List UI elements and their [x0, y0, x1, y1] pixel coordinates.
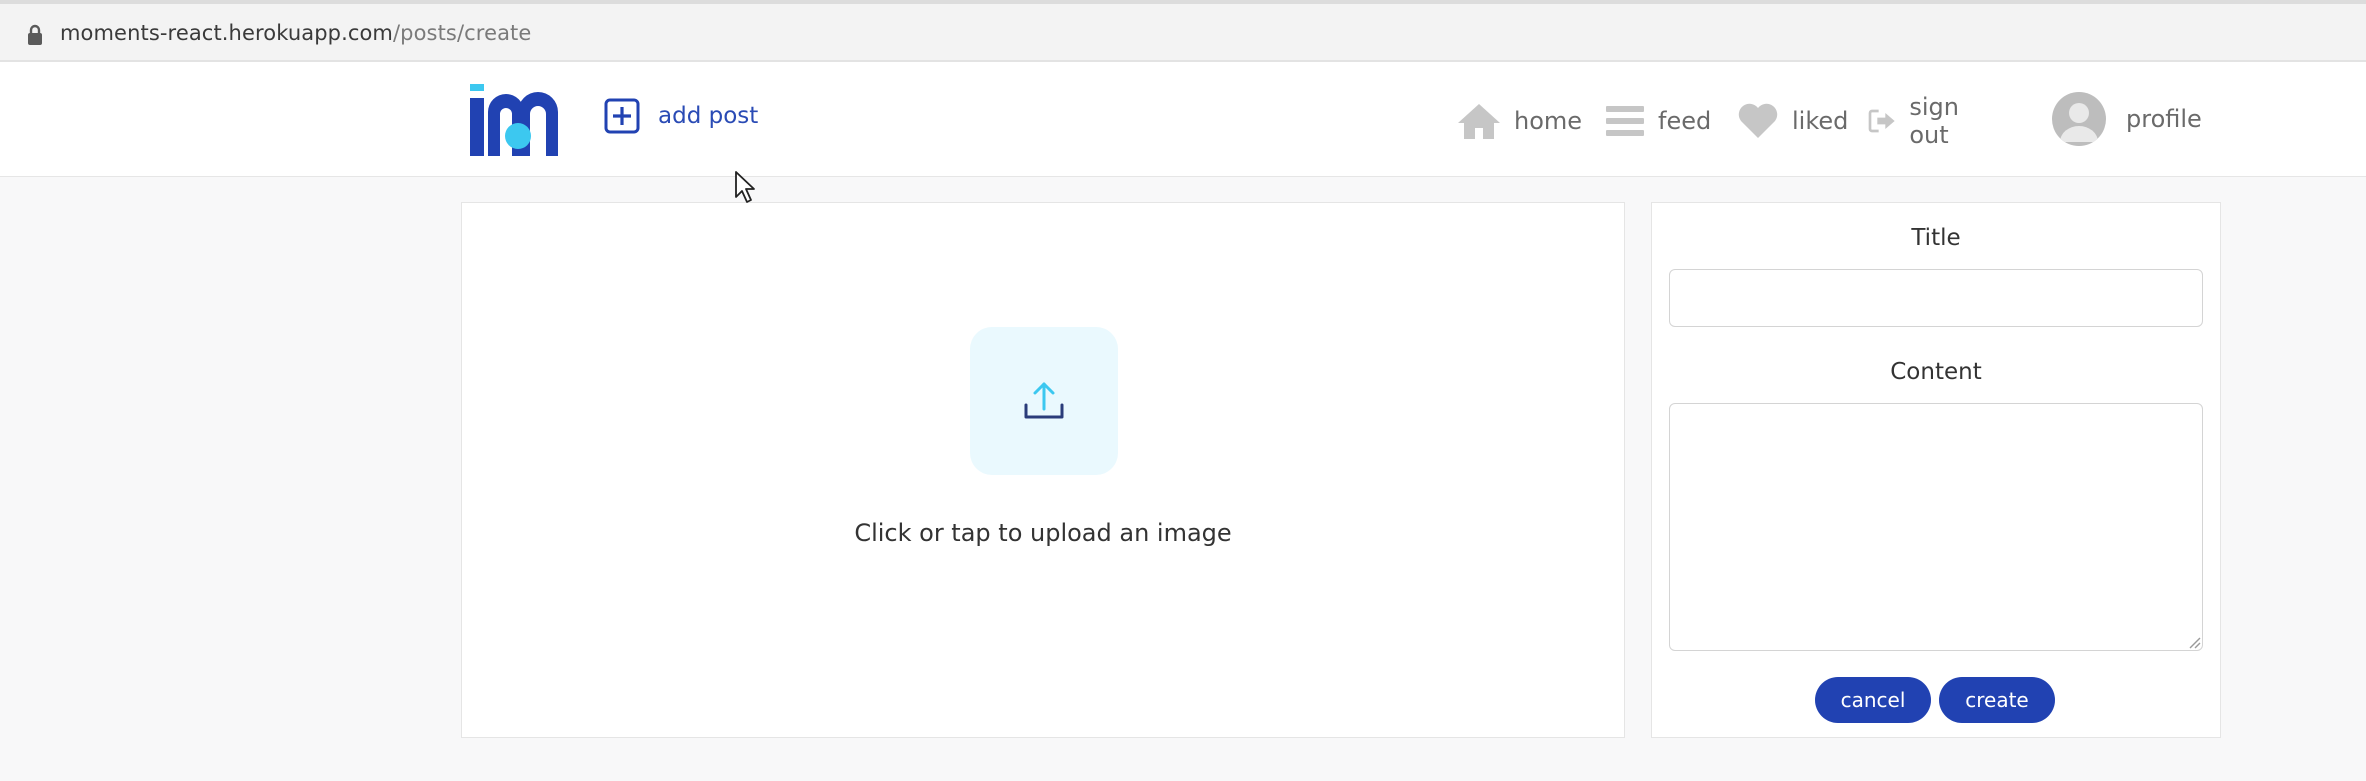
nav-sign-out-label: sign out — [1909, 93, 1959, 149]
title-input[interactable] — [1669, 269, 2203, 327]
content-label: Content — [1890, 359, 1982, 385]
image-upload-area[interactable]: Click or tap to upload an image — [461, 202, 1625, 738]
url-host: moments-react.herokuapp.com — [60, 21, 393, 45]
nav-feed[interactable]: feed — [1604, 96, 1711, 146]
add-post-label: add post — [658, 103, 759, 129]
nav-liked[interactable]: liked — [1736, 96, 1848, 146]
upload-icon — [1024, 382, 1064, 419]
address-bar[interactable]: moments-react.herokuapp.com/posts/create — [0, 0, 2366, 62]
post-form: Title Content cancel create — [1651, 202, 2221, 738]
plus-square-icon — [604, 98, 640, 134]
content-textarea[interactable] — [1669, 403, 2203, 651]
avatar — [2052, 92, 2106, 146]
feed-icon — [1606, 106, 1644, 136]
resize-grip-icon[interactable] — [2187, 635, 2201, 649]
nav-feed-label: feed — [1658, 107, 1712, 135]
sign-out-icon — [1868, 109, 1895, 133]
nav-liked-label: liked — [1792, 107, 1849, 135]
cancel-button[interactable]: cancel — [1815, 677, 1931, 723]
nav-home[interactable]: home — [1456, 96, 1582, 146]
url-text[interactable]: moments-react.herokuapp.com/posts/create — [60, 21, 531, 45]
heart-icon — [1738, 103, 1778, 138]
nav-profile[interactable]: profile — [2052, 92, 2202, 146]
mouse-cursor-icon — [735, 171, 755, 203]
nav-sign-out[interactable]: sign out — [1868, 93, 1974, 149]
title-label: Title — [1911, 225, 1961, 251]
moments-logo-icon[interactable] — [470, 82, 564, 158]
upload-instructions: Click or tap to upload an image — [854, 519, 1232, 547]
navbar: add post home feed liked sign out profil… — [0, 62, 2366, 177]
lock-icon — [28, 24, 42, 45]
nav-home-label: home — [1514, 107, 1583, 135]
create-button[interactable]: create — [1939, 677, 2055, 723]
upload-button[interactable] — [970, 327, 1118, 475]
home-icon — [1458, 104, 1500, 139]
add-post-link[interactable]: add post — [604, 98, 758, 134]
url-path: /posts/create — [393, 21, 532, 45]
nav-profile-label: profile — [2126, 105, 2202, 133]
